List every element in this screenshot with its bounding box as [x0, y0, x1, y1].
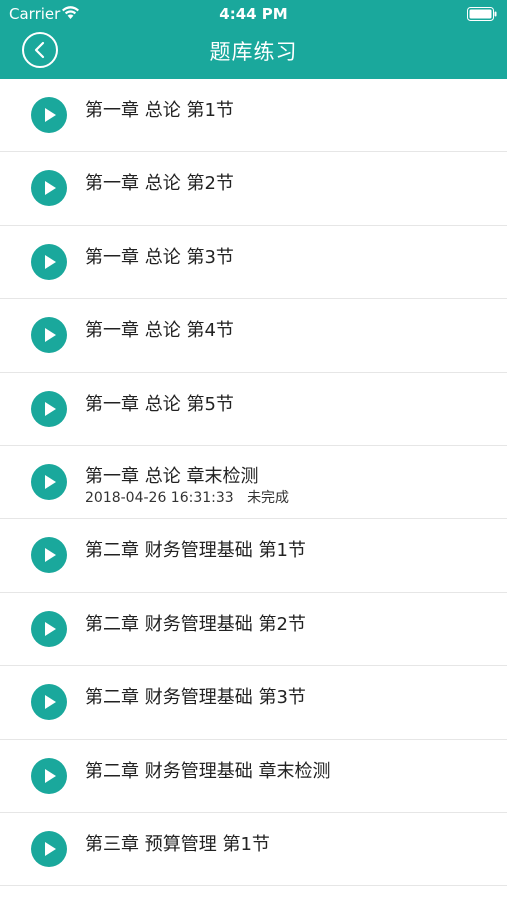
nav-bar: 题库练习	[0, 28, 507, 79]
list-item[interactable]: 第三章 预算管理 第1节	[0, 813, 507, 887]
list-item-status: 未完成	[247, 489, 290, 506]
list-item[interactable]: 第二章 财务管理基础 第3节	[0, 666, 507, 740]
list-item-date: 2018-04-26 16:31:33	[85, 489, 234, 506]
play-icon[interactable]	[31, 463, 67, 500]
list-item[interactable]: 第二章 财务管理基础 第2节	[0, 593, 507, 667]
play-icon[interactable]	[31, 390, 67, 427]
play-icon[interactable]	[31, 170, 67, 207]
list-item[interactable]: 第一章 总论 第3节	[0, 226, 507, 300]
status-time: 4:44 PM	[219, 5, 288, 23]
play-icon[interactable]	[31, 830, 67, 867]
play-icon[interactable]	[31, 243, 67, 280]
list-item[interactable]: 第一章 总论 第4节	[0, 299, 507, 373]
status-bar: Carrier 4:44 PM	[0, 0, 507, 28]
list-item[interactable]: 第一章 总论 第1节	[0, 79, 507, 153]
list-item-title: 第一章 总论 第2节	[85, 173, 234, 195]
list-item-title: 第二章 财务管理基础 第3节	[85, 687, 306, 709]
app-header: Carrier 4:44 PM 题库练习	[0, 0, 507, 79]
play-icon[interactable]	[31, 537, 67, 574]
play-icon[interactable]	[31, 610, 67, 647]
list-item[interactable]: 第二章 财务管理基础 章末检测	[0, 740, 507, 813]
play-icon[interactable]	[31, 97, 67, 133]
play-icon[interactable]	[31, 317, 67, 354]
chapter-list: 第一章 总论 第1节 第一章 总论 第2节 第一章 总论 第3节 第一章 总论 …	[0, 79, 507, 887]
list-item[interactable]: 第一章 总论 章末检测 2018-04-26 16:31:33 未完成	[0, 446, 507, 520]
list-item-title: 第二章 财务管理基础 第1节	[85, 540, 306, 562]
page-title: 题库练习	[209, 40, 298, 64]
list-item-meta: 2018-04-26 16:31:33 未完成	[85, 487, 289, 507]
list-item[interactable]: 第一章 总论 第2节	[0, 152, 507, 226]
battery-icon	[467, 7, 497, 21]
list-item-title: 第二章 财务管理基础 第2节	[85, 613, 306, 635]
list-item-title: 第一章 总论 第1节	[85, 100, 234, 121]
list-item-title: 第一章 总论 章末检测	[85, 465, 259, 487]
play-icon[interactable]	[31, 757, 67, 794]
list-item[interactable]: 第一章 总论 第5节	[0, 373, 507, 446]
list-item-title: 第三章 预算管理 第1节	[85, 833, 270, 855]
play-icon[interactable]	[31, 684, 67, 721]
list-item-title: 第二章 财务管理基础 章末检测	[85, 760, 331, 782]
list-item-title: 第一章 总论 第3节	[85, 246, 234, 268]
list-item-title: 第一章 总论 第5节	[85, 393, 234, 415]
list-item-title: 第一章 总论 第4节	[85, 320, 234, 342]
list-item[interactable]: 第二章 财务管理基础 第1节	[0, 519, 507, 593]
